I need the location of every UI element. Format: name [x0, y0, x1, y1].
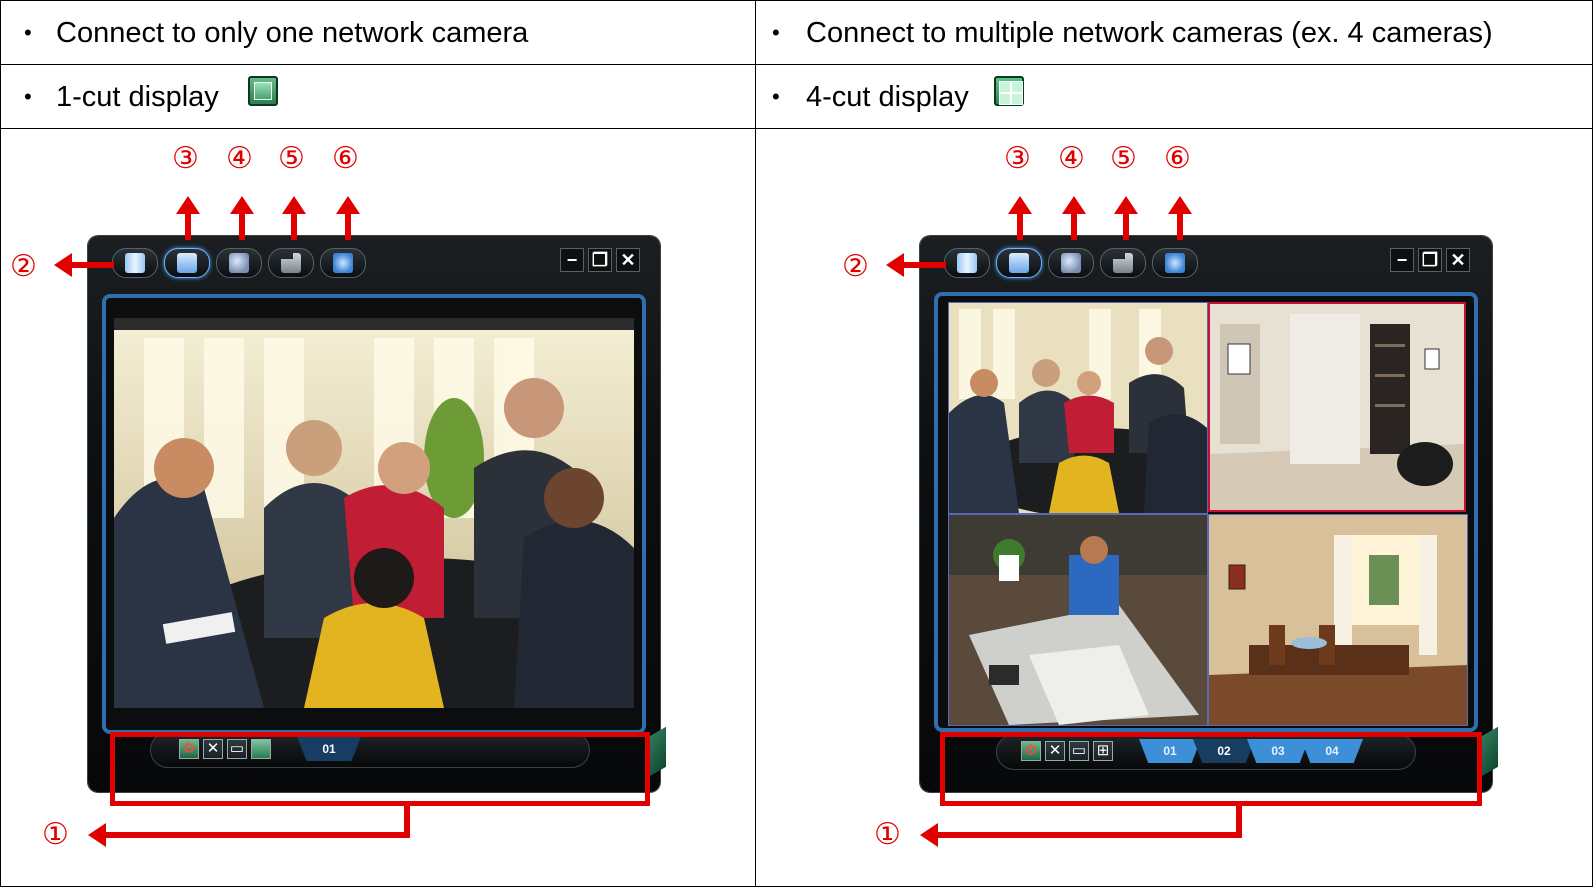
camera-button[interactable] — [268, 248, 314, 278]
callout-4: ④ — [226, 141, 253, 176]
highlight-box-1 — [110, 732, 650, 806]
minimize-button[interactable]: − — [1390, 248, 1414, 272]
camera-button[interactable] — [1100, 248, 1146, 278]
viewer-window-single: − ❐ ✕ ⚙ ✕ ▭ 01 — [88, 236, 666, 792]
highlight-box-1 — [940, 732, 1482, 806]
row-divider-2 — [0, 128, 1593, 129]
callout-1: ① — [874, 817, 901, 852]
office-desk-image — [949, 515, 1207, 725]
document-icon — [177, 253, 197, 273]
bullet: • — [772, 84, 780, 109]
record-list-button[interactable] — [996, 248, 1042, 278]
info-button[interactable] — [1152, 248, 1198, 278]
document-icon — [1009, 253, 1029, 273]
header-left-text: Connect to only one network camera — [56, 17, 529, 49]
viewer-window-quad: − ❐ ✕ ⚙ ✕ ▭ ⊞ 01 02 03 04 — [920, 236, 1498, 792]
dining-room-image — [1209, 515, 1467, 725]
table-border-top — [0, 0, 1593, 1]
callout-1: ① — [42, 817, 69, 852]
live-view-frame — [102, 294, 646, 734]
meeting-room-image — [949, 303, 1207, 513]
callout-3: ③ — [172, 141, 199, 176]
arrow-up-4 — [230, 196, 254, 240]
arrow-up-6 — [1168, 196, 1192, 240]
meeting-room-image — [114, 318, 634, 708]
row-divider-1 — [0, 64, 1593, 65]
arrow-up-3 — [176, 196, 200, 240]
info-icon — [333, 253, 353, 273]
camera-feed-01[interactable] — [948, 302, 1208, 514]
globe-icon — [1061, 253, 1081, 273]
column-divider — [755, 0, 756, 887]
callout-2: ② — [10, 249, 37, 284]
camera-feed-02[interactable] — [1208, 302, 1466, 512]
leader-horizontal — [936, 832, 1242, 838]
camera-icon — [1113, 253, 1133, 273]
callout-2: ② — [842, 249, 869, 284]
callout-4: ④ — [1058, 141, 1085, 176]
arrow-left-1 — [920, 823, 942, 847]
callout-3: ③ — [1004, 141, 1031, 176]
restore-button[interactable]: ❐ — [588, 248, 612, 272]
book-button[interactable] — [112, 248, 158, 278]
camera-feed-03[interactable] — [948, 514, 1208, 726]
close-button[interactable]: ✕ — [616, 248, 640, 272]
close-button[interactable]: ✕ — [1446, 248, 1470, 272]
record-list-button[interactable] — [164, 248, 210, 278]
globe-icon — [229, 253, 249, 273]
table-border-left — [0, 0, 1, 887]
bullet: • — [24, 84, 32, 109]
arrow-up-6 — [336, 196, 360, 240]
bullet: • — [772, 20, 780, 45]
quad-view-icon — [994, 76, 1024, 106]
arrow-left-2 — [886, 253, 946, 277]
camera-feed-01[interactable] — [114, 318, 634, 708]
info-icon — [1165, 253, 1185, 273]
single-view-icon — [248, 76, 278, 106]
bullet: • — [24, 20, 32, 45]
arrow-up-3 — [1008, 196, 1032, 240]
header-right-text: Connect to multiple network cameras (ex.… — [806, 17, 1493, 49]
arrow-left-1 — [88, 823, 110, 847]
book-icon — [125, 253, 145, 273]
info-button[interactable] — [320, 248, 366, 278]
display-left-text: 1-cut display — [56, 81, 219, 113]
callout-6: ⑥ — [332, 141, 359, 176]
book-icon — [957, 253, 977, 273]
arrow-up-5 — [1114, 196, 1138, 240]
live-view-frame — [934, 292, 1478, 732]
camera-feed-04[interactable] — [1208, 514, 1468, 726]
book-button[interactable] — [944, 248, 990, 278]
callout-5: ⑤ — [278, 141, 305, 176]
display-right-text: 4-cut display — [806, 81, 969, 113]
callout-5: ⑤ — [1110, 141, 1137, 176]
leader-horizontal — [104, 832, 410, 838]
arrow-up-4 — [1062, 196, 1086, 240]
restore-button[interactable]: ❐ — [1418, 248, 1442, 272]
arrow-up-5 — [282, 196, 306, 240]
hallway-image — [1210, 304, 1464, 510]
arrow-left-2 — [54, 253, 114, 277]
network-button[interactable] — [1048, 248, 1094, 278]
camera-icon — [281, 253, 301, 273]
network-button[interactable] — [216, 248, 262, 278]
minimize-button[interactable]: − — [560, 248, 584, 272]
callout-6: ⑥ — [1164, 141, 1191, 176]
